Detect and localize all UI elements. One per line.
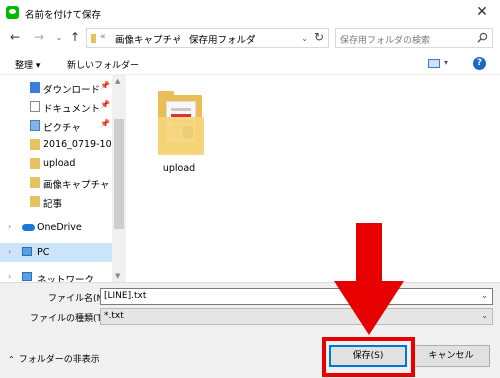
filetype-value[interactable]: *.txt xyxy=(104,311,124,321)
onedrive-cloud-icon xyxy=(22,224,35,231)
folder-icon xyxy=(30,139,40,150)
sidebar-item-pc[interactable]: › PC xyxy=(0,243,112,262)
sidebar-item-label: 記事 xyxy=(43,199,63,210)
sidebar-item-upload[interactable]: upload xyxy=(0,154,112,173)
search-box[interactable]: 保存用フォルダの検索 xyxy=(335,28,493,48)
breadcrumb-item[interactable]: 画像キャプチャ xyxy=(115,32,181,46)
view-dropdown-icon[interactable]: ▾ xyxy=(444,58,448,67)
pin-icon[interactable]: 📌 xyxy=(100,119,110,128)
dialog-footer: ⌃ フォルダーの非表示 保存(S) キャンセル xyxy=(0,326,500,378)
pin-icon[interactable]: 📌 xyxy=(100,81,110,90)
sidebar-item-screenshots[interactable]: 画像キャプチャ xyxy=(0,173,112,192)
view-options-icon[interactable] xyxy=(428,59,440,68)
command-bar: 整理 ▾ 新しいフォルダー ▾ ? xyxy=(0,52,500,75)
sidebar-item-folder[interactable]: 2016_0719-1000 xyxy=(0,135,124,154)
expand-chevron-icon[interactable]: › xyxy=(8,247,11,256)
forward-arrow-icon[interactable]: → xyxy=(32,30,46,44)
folder-icon xyxy=(30,196,40,207)
recent-locations-chevron-icon[interactable]: ⌄ xyxy=(52,33,66,42)
help-icon[interactable]: ? xyxy=(473,57,486,70)
address-bar[interactable]: « 画像キャプチャ › 保存用フォルダ › ⌄ ↻ xyxy=(86,28,329,48)
refresh-icon[interactable]: ↻ xyxy=(314,30,324,44)
download-folder-icon xyxy=(30,82,40,93)
folder-item-upload[interactable]: upload xyxy=(148,87,210,177)
chevron-down-icon[interactable]: ⌄ xyxy=(481,291,488,300)
title-bar: 名前を付けて保存 ✕ xyxy=(0,0,500,25)
pin-icon[interactable]: 📌 xyxy=(100,100,110,109)
sidebar-item-pictures[interactable]: ピクチャ 📌 xyxy=(0,116,112,135)
hide-folders-label: フォルダーの非表示 xyxy=(18,355,100,365)
filetype-label: ファイルの種類(T): xyxy=(30,314,109,324)
sidebar-item-network[interactable]: › ネットワーク xyxy=(0,268,112,282)
scroll-up-arrow-icon[interactable]: ▲ xyxy=(115,77,120,85)
sidebar-item-label: upload xyxy=(43,158,76,169)
navigation-scrollbar[interactable]: ▲ ▼ xyxy=(112,75,126,282)
sidebar-item-label: PC xyxy=(37,247,50,258)
up-arrow-icon[interactable]: ↑ xyxy=(68,30,82,44)
sidebar-item-label: ネットワーク xyxy=(37,275,95,282)
sidebar-item-label: ドキュメント xyxy=(43,104,101,115)
sidebar-item-label: ダウンロード xyxy=(43,85,101,96)
back-arrow-icon[interactable]: ← xyxy=(8,30,22,44)
save-as-dialog: 名前を付けて保存 ✕ ← → ⌄ ↑ « 画像キャプチャ › 保存用フォルダ ›… xyxy=(0,0,500,378)
expand-chevron-icon[interactable]: › xyxy=(8,272,11,281)
file-list: upload xyxy=(126,75,500,282)
red-down-arrow-icon xyxy=(334,223,404,335)
expand-chevron-icon[interactable]: › xyxy=(8,222,11,231)
window-title: 名前を付けて保存 xyxy=(25,10,102,21)
hide-folders-toggle[interactable]: ⌃ フォルダーの非表示 xyxy=(8,352,100,365)
sidebar-item-documents[interactable]: ドキュメント 📌 xyxy=(0,97,112,116)
pictures-folder-icon xyxy=(30,120,40,131)
navigation-pane: ダウンロード 📌 ドキュメント 📌 ピクチャ 📌 2016_0719-1000 … xyxy=(0,75,126,282)
chevron-down-icon[interactable]: ⌄ xyxy=(481,311,488,320)
sidebar-item-label: 画像キャプチャ xyxy=(43,180,110,191)
address-row: ← → ⌄ ↑ « 画像キャプチャ › 保存用フォルダ › ⌄ ↻ 保存用フォル… xyxy=(0,25,500,52)
file-fields: ファイル名(N): [LINE].txt ⌄ ファイルの種類(T): *.txt… xyxy=(0,282,500,326)
documents-folder-icon xyxy=(30,101,40,112)
filetype-select[interactable]: *.txt ⌄ xyxy=(100,308,493,325)
sidebar-item-label: ピクチャ xyxy=(43,123,81,134)
sidebar-item-onedrive[interactable]: › OneDrive xyxy=(0,218,112,237)
folder-icon xyxy=(91,34,96,43)
folder-name: upload xyxy=(162,163,196,174)
chevron-up-icon: ⌃ xyxy=(8,355,15,364)
filename-field[interactable]: [LINE].txt ⌄ xyxy=(100,288,493,305)
sidebar-item-articles[interactable]: 記事 xyxy=(0,192,112,211)
save-highlight-box xyxy=(322,337,415,377)
search-input[interactable]: 保存用フォルダの検索 xyxy=(340,33,430,46)
new-folder-button[interactable]: 新しいフォルダー xyxy=(67,58,139,71)
breadcrumb-item[interactable]: 保存用フォルダ xyxy=(189,32,256,46)
filename-value[interactable]: [LINE].txt xyxy=(104,291,146,301)
breadcrumb-separator[interactable]: › xyxy=(177,32,181,42)
search-icon[interactable] xyxy=(477,32,488,43)
folder-icon xyxy=(30,158,40,169)
sidebar-item-label: OneDrive xyxy=(37,222,82,233)
address-dropdown-icon[interactable]: ⌄ xyxy=(301,34,308,43)
cancel-button[interactable]: キャンセル xyxy=(412,345,490,367)
close-button[interactable]: ✕ xyxy=(464,0,500,25)
network-icon xyxy=(22,272,32,281)
scroll-down-arrow-icon[interactable]: ▼ xyxy=(115,272,120,280)
large-folder-icon xyxy=(158,91,204,155)
line-app-icon xyxy=(6,6,19,19)
folder-icon xyxy=(30,177,40,188)
scroll-thumb[interactable] xyxy=(114,119,124,229)
organize-button[interactable]: 整理 ▾ xyxy=(15,58,40,71)
pc-icon xyxy=(22,247,32,256)
breadcrumb-separator[interactable]: › xyxy=(252,32,256,42)
sidebar-item-downloads[interactable]: ダウンロード 📌 xyxy=(0,78,112,97)
breadcrumb-overflow[interactable]: « xyxy=(100,32,106,42)
